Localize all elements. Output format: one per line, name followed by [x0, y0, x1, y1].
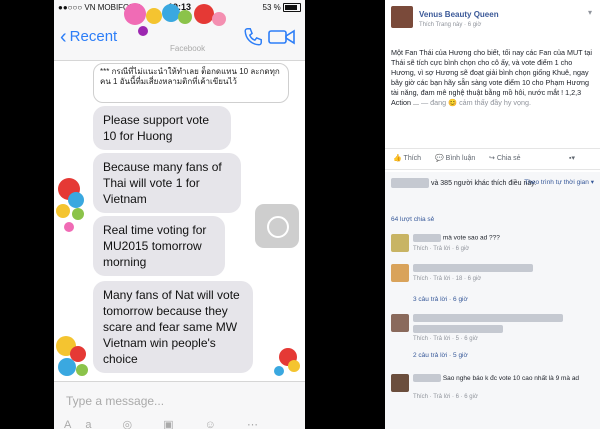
- blurred-comment: [413, 264, 533, 272]
- chat-title: Facebook: [170, 44, 206, 53]
- share-label: Chia sẻ: [496, 155, 521, 162]
- like-button[interactable]: 👍 Thích: [393, 154, 421, 162]
- facebook-post: Venus Beauty Queen Thích Trang này · 6 g…: [385, 0, 600, 429]
- blurred-name: [391, 178, 429, 188]
- message-input-bar: Type a message... Aa ◎ ▣ ☺ ⋯: [54, 381, 305, 429]
- comment-label: Bình luận: [445, 155, 476, 162]
- comment-item: Thích · Trả lời · 5 · 6 giờ: [391, 312, 595, 342]
- phone-icon[interactable]: [242, 26, 264, 48]
- font-size-icon[interactable]: Aa: [64, 419, 105, 429]
- blurred-name: [413, 234, 441, 242]
- shares-count[interactable]: 64 lượt chia sẻ: [391, 216, 434, 223]
- sort-dropdown[interactable]: Theo trình tự thời gian ▾: [524, 178, 594, 186]
- message-bubble: Please support vote 10 for Huong: [93, 106, 231, 150]
- video-camera-icon[interactable]: [268, 28, 296, 46]
- post-feeling: — đang 😊 cảm thấy đầy hy vọng.: [420, 98, 531, 107]
- like-label: Thích: [403, 155, 422, 162]
- blurred-name: [413, 374, 441, 383]
- blurred-comment: [413, 325, 503, 333]
- chevron-down-icon[interactable]: ▾: [588, 8, 592, 17]
- comment-body: mà vote sao ad ???: [442, 234, 500, 242]
- comment-text: Sao nghe báo k đc vote 10 cao nhất là 9 …: [413, 374, 593, 383]
- likes-text: và 385 người khác thích điều này.: [430, 179, 537, 187]
- comment-meta[interactable]: Thích · Trả lời · 5 · 6 giờ: [413, 336, 478, 342]
- post-actions: 👍 Thích 💬 Bình luận ↪ Chia sẻ ▪▾: [385, 148, 600, 170]
- avatar[interactable]: [391, 234, 409, 252]
- avatar[interactable]: [391, 314, 409, 332]
- message-bubble: Many fans of Nat will vote tomorrow beca…: [93, 281, 253, 373]
- comment-text: [413, 264, 533, 272]
- battery-icon: [283, 3, 301, 13]
- share-button[interactable]: ↪ Chia sẻ: [489, 154, 521, 162]
- back-label: Recent: [69, 28, 118, 45]
- more-icon[interactable]: ⋯: [247, 419, 272, 429]
- comment-item: mà vote sao ad ??? Thích · Trả lời · 6 g…: [391, 232, 595, 258]
- comment-meta[interactable]: Thích · Trả lời · 18 · 6 giờ: [413, 276, 481, 282]
- message-bubble: Real time voting for MU2015 tomorrow mor…: [93, 216, 225, 276]
- battery-status: 53 %: [262, 3, 301, 13]
- post-subtitle: Thích Trang này · 6 giờ: [419, 22, 482, 28]
- comment-item: Sao nghe báo k đc vote 10 cao nhất là 9 …: [391, 372, 595, 412]
- comment-item: Thích · Trả lời · 18 · 6 giờ: [391, 262, 595, 288]
- camera-icon[interactable]: ◎: [123, 419, 147, 429]
- chevron-left-icon: ‹: [60, 26, 67, 48]
- message-bubble: Because many fans of Thai will vote 1 fo…: [93, 153, 241, 213]
- comment-text: [413, 314, 563, 333]
- avatar[interactable]: ▪▾: [569, 154, 575, 162]
- back-button[interactable]: ‹ Recent: [60, 26, 118, 48]
- battery-label: 53 %: [262, 3, 281, 12]
- post-body: Một Fan Thái của Hương cho biết, tối nay…: [391, 48, 595, 108]
- sticker-icon[interactable]: ☺: [205, 419, 230, 429]
- comments-section: và 385 người khác thích điều này. Theo t…: [385, 172, 600, 429]
- message-input[interactable]: Type a message...: [66, 394, 164, 408]
- post-header: Venus Beauty Queen Thích Trang này · 6 g…: [385, 0, 600, 38]
- comment-text: mà vote sao ad ???: [413, 234, 500, 242]
- chat-navbar: ‹ Recent Facebook: [54, 16, 305, 61]
- image-icon[interactable]: ▣: [163, 419, 187, 429]
- composer-icons: Aa ◎ ▣ ☺ ⋯: [64, 418, 272, 429]
- quoted-message: *** กรณีที่ไม่แนะนำให้ทำเลย ต็อกดแทน 10 …: [93, 63, 289, 103]
- replies-link[interactable]: 3 câu trả lời · 6 giờ: [413, 296, 468, 303]
- page-name-link[interactable]: Venus Beauty Queen: [419, 10, 499, 19]
- assistive-touch-button[interactable]: [255, 204, 299, 248]
- page-avatar[interactable]: [391, 6, 413, 28]
- comment-body: Sao nghe báo k đc vote 10 cao nhất là 9 …: [442, 375, 580, 382]
- comment-meta[interactable]: Thích · Trả lời · 6 giờ: [413, 246, 469, 252]
- replies-link[interactable]: 2 câu trả lời · 5 giờ: [413, 352, 468, 359]
- comment-button[interactable]: 💬 Bình luận: [435, 154, 475, 162]
- blurred-comment: [413, 314, 563, 322]
- comment-meta[interactable]: Thích · Trả lời · 6 · 6 giờ: [413, 394, 478, 400]
- sort-label: Theo trình tự thời gian: [524, 179, 589, 186]
- likes-summary: và 385 người khác thích điều này.: [391, 178, 536, 188]
- avatar[interactable]: [391, 264, 409, 282]
- avatar[interactable]: [391, 374, 409, 392]
